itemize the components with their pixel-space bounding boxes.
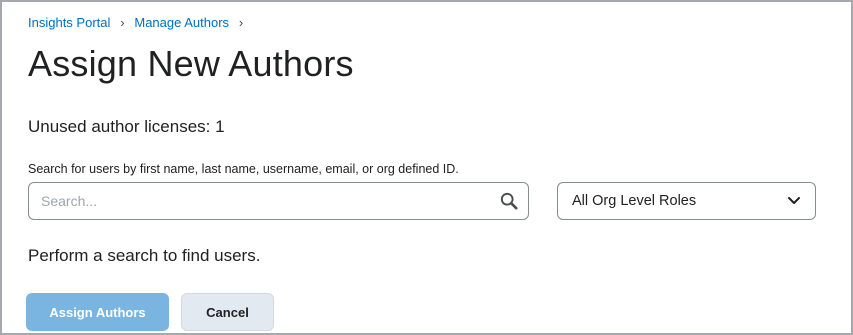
search-box	[28, 182, 529, 220]
unused-licenses-text: Unused author licenses: 1	[28, 117, 225, 136]
search-icon-graphic	[500, 192, 518, 210]
search-icon[interactable]	[490, 183, 528, 219]
page-frame: Insights Portal › Manage Authors › Assig…	[0, 0, 853, 335]
chevron-down-icon-graphic	[788, 197, 800, 204]
breadcrumb-link-manage-authors[interactable]: Manage Authors	[134, 15, 229, 31]
breadcrumb: Insights Portal › Manage Authors ›	[28, 15, 253, 31]
role-filter-selected-value: All Org Level Roles	[572, 193, 697, 209]
search-input[interactable]	[29, 183, 490, 219]
role-filter-select[interactable]: All Org Level Roles	[557, 182, 816, 220]
page-title: Assign New Authors	[28, 43, 354, 84]
breadcrumb-separator-icon: ›	[120, 15, 125, 30]
assign-authors-button[interactable]: Assign Authors	[26, 293, 169, 331]
breadcrumb-separator-icon: ›	[238, 15, 244, 30]
breadcrumb-link-insights-portal[interactable]: Insights Portal	[28, 15, 110, 31]
cancel-button[interactable]: Cancel	[181, 293, 274, 331]
chevron-down-icon	[787, 193, 801, 209]
search-help-text: Search for users by first name, last nam…	[28, 162, 459, 176]
empty-results-message: Perform a search to find users.	[28, 246, 261, 265]
